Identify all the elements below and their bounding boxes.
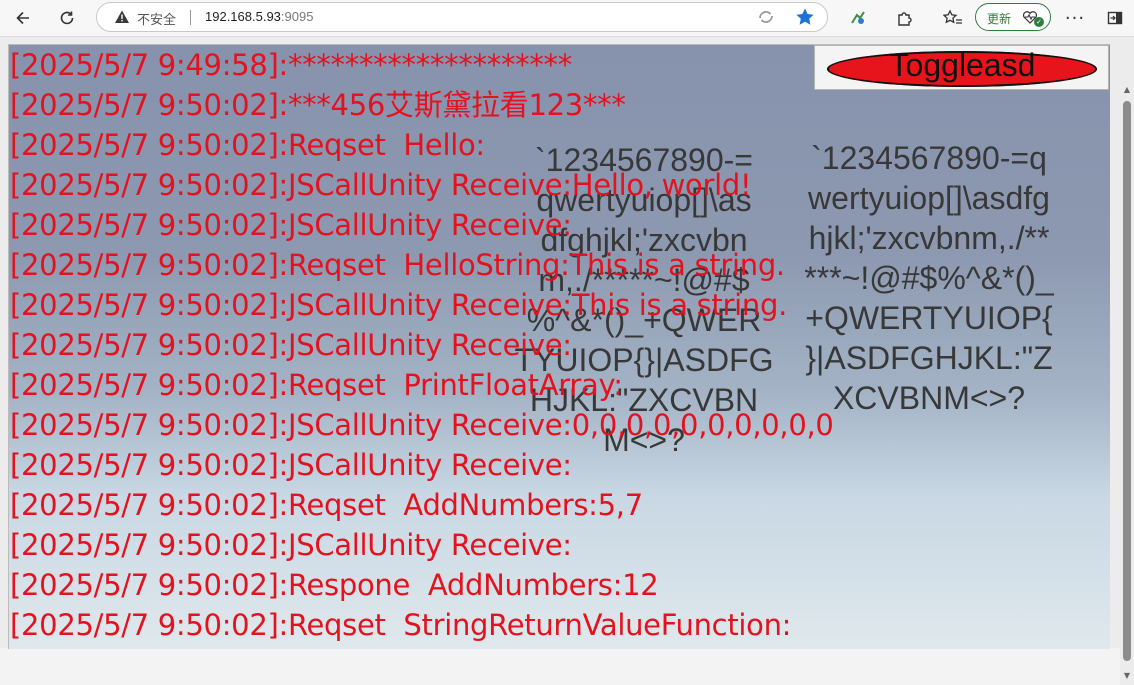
address-bar[interactable]: 不安全 192.168.5.93:9095 — [96, 2, 828, 32]
star-filled-icon — [796, 8, 814, 25]
log-line: [2025/5/7 9:50:02]:JSCallUnity Receive:H… — [10, 168, 752, 202]
extension-button[interactable] — [844, 4, 872, 32]
log-line: [2025/5/7 9:49:58]:******************** — [10, 48, 572, 82]
toggle-button[interactable]: Toggleasd — [814, 45, 1109, 90]
toggle-label: Toggleasd — [889, 47, 1036, 83]
sidebar-toggle-button[interactable] — [1101, 4, 1129, 32]
scroll-up-arrow-icon[interactable]: ▲ — [1122, 85, 1132, 95]
glyph-line: wertyuiop[]\asdfg — [808, 180, 1050, 216]
page-viewport: `1234567890-= q wertyuiop[]\as dfg hjkl;'zxc… — [0, 37, 1134, 685]
favorites-list-icon — [943, 9, 962, 24]
log-line: [2025/5/7 9:50:02]:JSCallUnity Receive:T… — [10, 288, 787, 322]
refresh-icon — [60, 11, 74, 25]
update-label: 更新 — [987, 12, 1012, 26]
favorite-button[interactable] — [794, 6, 816, 28]
browser-toolbar: 不安全 192.168.5.93:9095 更新 ✓ ··· — [0, 0, 1134, 37]
vertical-scrollbar[interactable]: ▲ ▼ — [1120, 81, 1134, 685]
log-line: [2025/5/7 9:50:02]:JSCallUnity Receive: — [10, 528, 572, 562]
puzzle-icon — [898, 12, 912, 26]
glyph-test-text-right: `1234567890-=q wertyuiop[]\asdfg hjkl;'zxc… — [784, 138, 1074, 418]
glyph-line: ***~!@#$%^&*()_ — [804, 260, 1054, 296]
translate-icon — [759, 11, 773, 23]
translate-button[interactable] — [755, 6, 777, 28]
log-line: [2025/5/7 9:50:02]:Reqset AddNumbers:5,7 — [10, 488, 643, 522]
glyph-line: +QWERTYUIOP{ — [805, 300, 1053, 336]
scrollbar-thumb[interactable] — [1123, 101, 1131, 661]
back-button[interactable] — [9, 4, 37, 32]
log-line: [2025/5/7 9:50:02]:JSCallUnity Receive: — [10, 328, 572, 362]
extension-app-icon — [851, 11, 865, 24]
glyph-line: hjkl;'zxcvbnm,./** — [808, 220, 1050, 256]
arrow-left-icon — [16, 11, 29, 25]
glyph-line: }|ASDFGHJKL:"Z — [805, 340, 1053, 376]
extensions-menu-button[interactable] — [890, 4, 918, 32]
log-line: [2025/5/7 9:50:02]:***456艾斯黛拉看123*** — [10, 88, 626, 122]
url-port: :9095 — [280, 9, 314, 24]
update-check-icon: ✓ — [1034, 17, 1044, 27]
url-host: 192.168.5.93 — [205, 9, 281, 24]
log-line: [2025/5/7 9:50:02]:Respone AddNumbers:12 — [10, 568, 659, 602]
sidebar-icon — [1107, 11, 1123, 25]
refresh-button[interactable] — [53, 4, 81, 32]
unity-canvas[interactable]: `1234567890-= q wertyuiop[]\as dfg hjkl;'zxc… — [8, 44, 1110, 649]
log-line: [2025/5/7 9:50:02]:Reqset StringReturnVa… — [10, 608, 792, 642]
glyph-line: `1234567890-=q — [811, 140, 1047, 176]
warning-triangle-icon — [115, 10, 129, 23]
more-button[interactable]: ··· — [1061, 4, 1089, 32]
update-button[interactable]: 更新 ✓ — [975, 3, 1051, 31]
url-text[interactable]: 192.168.5.93:9095 — [205, 9, 313, 24]
log-line: [2025/5/7 9:50:02]:Reqset Hello: — [10, 128, 485, 162]
log-line: [2025/5/7 9:50:02]:Reqset HelloString:Th… — [10, 248, 785, 282]
address-separator — [190, 10, 191, 25]
security-status-text[interactable]: 不安全 — [137, 9, 176, 28]
log-line: [2025/5/7 9:50:02]:Reqset PrintFloatArra… — [10, 368, 623, 402]
scroll-down-arrow-icon[interactable]: ▼ — [1122, 671, 1132, 681]
favorites-button[interactable] — [939, 4, 967, 32]
log-line: [2025/5/7 9:50:02]:JSCallUnity Receive:0… — [10, 408, 834, 442]
log-line: [2025/5/7 9:50:02]:JSCallUnity Receive: — [10, 208, 572, 242]
log-line: [2025/5/7 9:50:02]:JSCallUnity Receive: — [10, 448, 572, 482]
more-icon: ··· — [1064, 7, 1086, 29]
